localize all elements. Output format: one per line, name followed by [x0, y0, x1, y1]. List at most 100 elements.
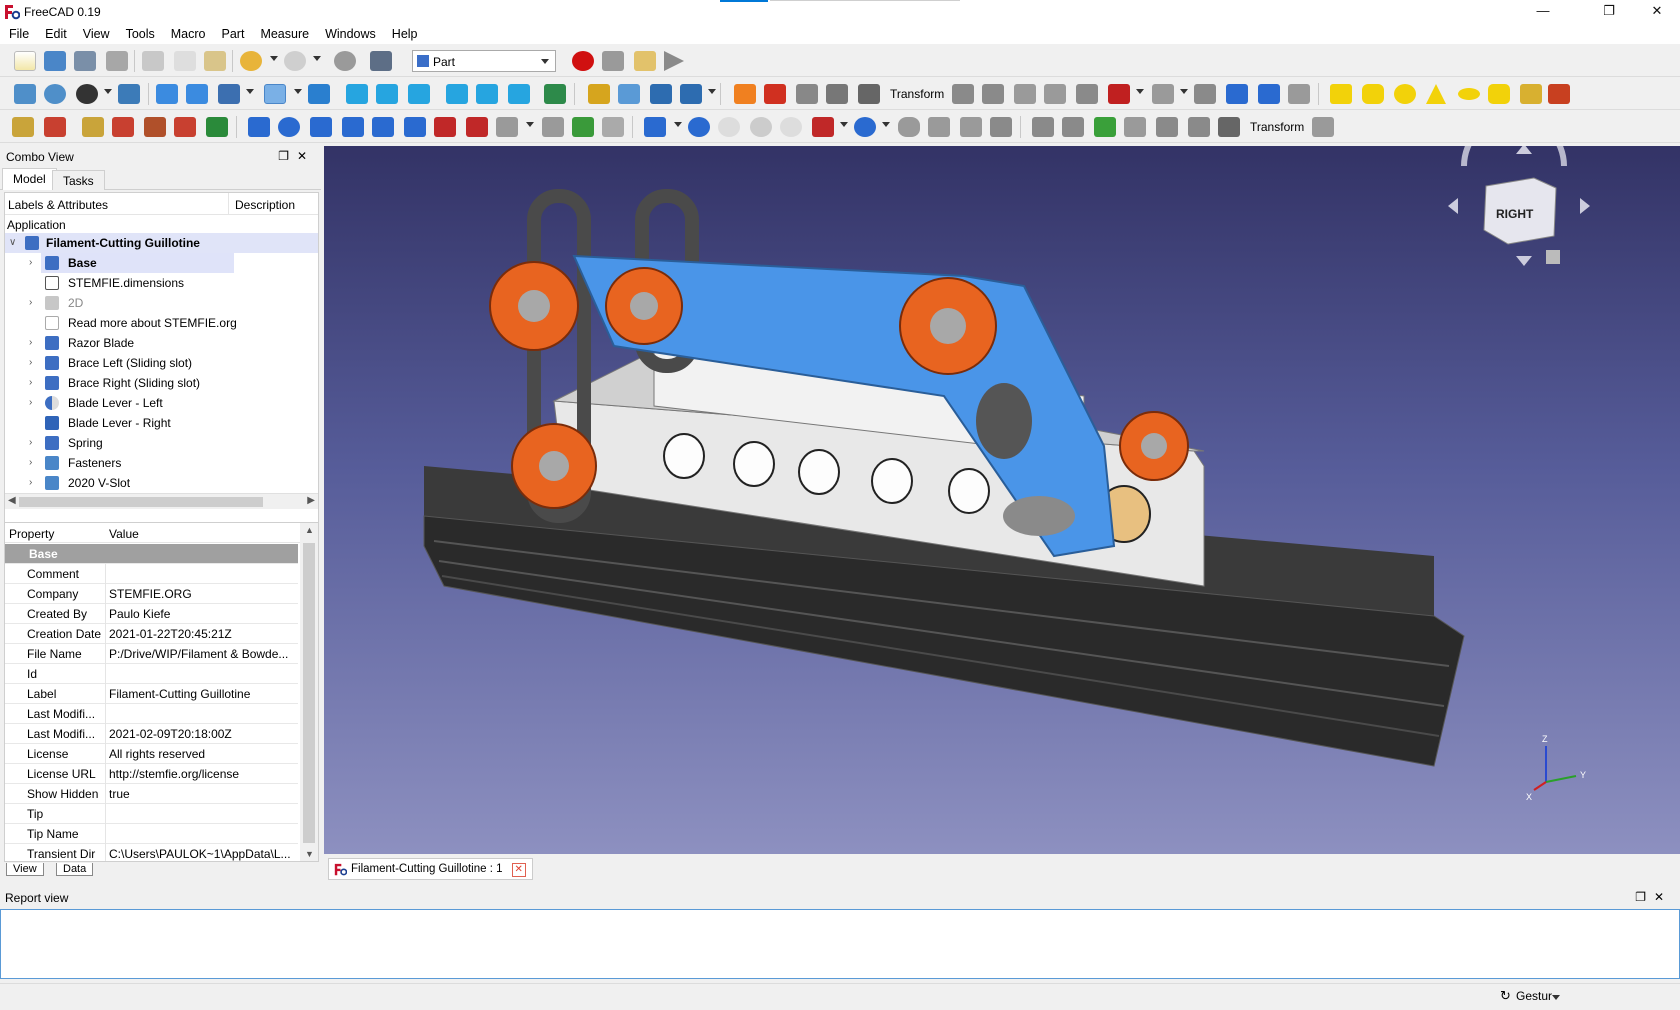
document-tab[interactable]: Filament-Cutting Guillotine : 1 ✕	[328, 858, 533, 880]
print-icon[interactable]	[106, 51, 128, 71]
property-row[interactable]: Transient Dir C:\Users\PAULOK~1\AppData\L…	[5, 844, 298, 861]
left-view-icon[interactable]	[508, 84, 530, 104]
property-row[interactable]: Created By Paulo Kiefe	[5, 604, 298, 624]
nav-cube-menu-icon[interactable]	[1546, 250, 1560, 264]
attach-sketch-icon[interactable]	[44, 117, 66, 137]
restore-button[interactable]: ❐	[1586, 0, 1632, 24]
tab-data[interactable]: Data	[56, 863, 94, 876]
property-row[interactable]: Creation Date 2021-01-22T20:45:21Z	[5, 624, 298, 644]
explode-icon[interactable]	[1194, 84, 1216, 104]
property-value[interactable]: C:\Users\PAULOK~1\AppData\L...	[109, 847, 297, 861]
revolve-icon[interactable]	[278, 117, 300, 137]
property-value[interactable]: Paulo Kiefe	[109, 607, 297, 621]
isometric-view-icon[interactable]	[308, 84, 330, 104]
tree-column-description[interactable]: Description	[235, 198, 295, 212]
fit-all-icon[interactable]	[14, 84, 36, 104]
grid-icon[interactable]	[1288, 84, 1310, 104]
align-dropdown-icon[interactable]	[1136, 89, 1144, 94]
tree-column-labels[interactable]: Labels & Attributes	[8, 198, 108, 212]
undo-transaction-icon[interactable]	[734, 84, 756, 104]
property-value[interactable]: 2021-02-09T20:18:00Z	[109, 727, 297, 741]
macro-run-icon[interactable]	[664, 51, 684, 71]
element-copy-icon[interactable]	[1094, 117, 1116, 137]
join-features-icon[interactable]	[812, 117, 834, 137]
undo-icon[interactable]	[240, 51, 262, 71]
property-row[interactable]: Tip	[5, 804, 298, 824]
section-view-icon[interactable]	[206, 117, 228, 137]
minimize-button[interactable]: —	[1520, 0, 1566, 24]
boolean-union-icon[interactable]	[688, 117, 710, 137]
join-dropdown-icon[interactable]	[840, 122, 848, 127]
front-view-icon[interactable]	[346, 84, 368, 104]
right-view-icon[interactable]	[408, 84, 430, 104]
open-icon[interactable]	[44, 51, 66, 71]
tree-item-fasteners[interactable]: › Fasteners	[5, 453, 318, 473]
property-row[interactable]: Comment	[5, 564, 298, 584]
chevron-right-icon[interactable]: ›	[29, 357, 32, 368]
tree-document[interactable]: ∨ Filament-Cutting Guillotine	[5, 233, 318, 253]
bottom-view-icon[interactable]	[476, 84, 498, 104]
menu-help[interactable]: Help	[384, 24, 426, 41]
transform-label[interactable]: Transform	[890, 87, 944, 101]
arrow-left-icon[interactable]	[764, 84, 786, 104]
arrow-up-icon[interactable]: ▲	[305, 525, 314, 535]
link-actions-icon[interactable]	[680, 84, 702, 104]
chevron-right-icon[interactable]: ›	[29, 437, 32, 448]
whats-this-icon[interactable]	[370, 51, 392, 71]
split-icon[interactable]	[854, 117, 876, 137]
tree-item-blade-lever-left[interactable]: › Blade Lever - Left	[5, 393, 318, 413]
make-link-icon[interactable]	[650, 84, 672, 104]
redo-dropdown-icon[interactable]	[313, 56, 321, 61]
report-output[interactable]	[0, 909, 1680, 979]
sphere-primitive-icon[interactable]	[1394, 84, 1416, 104]
tree-item-2d[interactable]: › 2D	[5, 293, 318, 313]
link-dropdown-icon[interactable]	[708, 89, 716, 94]
arrow-up-icon[interactable]	[1516, 146, 1532, 154]
chevron-right-icon[interactable]: ›	[29, 297, 32, 308]
menu-measure[interactable]: Measure	[252, 24, 317, 41]
property-value[interactable]: http://stemfie.org/license	[109, 767, 297, 781]
zoom-dropdown-icon[interactable]	[294, 89, 302, 94]
chevron-right-icon[interactable]: ›	[29, 377, 32, 388]
arrow-down-icon[interactable]	[1516, 256, 1532, 266]
refine-icon[interactable]	[952, 84, 974, 104]
new-document-icon[interactable]	[14, 51, 36, 71]
arrow-down-icon[interactable]: ▼	[305, 849, 314, 859]
macro-record-icon[interactable]	[572, 51, 594, 71]
rear-view-icon[interactable]	[446, 84, 468, 104]
property-row[interactable]: Show Hidden true	[5, 784, 298, 804]
property-value[interactable]: P:/Drive/WIP/Filament & Bowde...	[109, 647, 297, 661]
boolean-icon[interactable]	[1076, 84, 1098, 104]
property-row[interactable]: File Name P:/Drive/WIP/Filament & Bowde..…	[5, 644, 298, 664]
create-part-icon[interactable]	[588, 84, 610, 104]
defeaturing-icon[interactable]	[1014, 84, 1036, 104]
3d-viewport[interactable]: RIGHT Z Y X	[324, 146, 1680, 854]
cylinder-primitive-icon[interactable]	[1362, 84, 1384, 104]
rotate-arrow-icon[interactable]	[1461, 146, 1567, 167]
cross-sections-icon[interactable]	[898, 117, 920, 137]
bounding-box-icon[interactable]	[118, 84, 140, 104]
transform-icon[interactable]	[858, 84, 880, 104]
extrude-part-icon[interactable]	[248, 117, 270, 137]
measure-distance-icon[interactable]	[544, 84, 566, 104]
report-panel-controls[interactable]: ❐✕	[1635, 890, 1672, 904]
tab-model[interactable]: Model	[2, 168, 57, 190]
simple-copy-icon[interactable]	[1062, 117, 1084, 137]
validate-sketch-icon[interactable]	[82, 117, 104, 137]
part-tool-icon[interactable]	[796, 84, 818, 104]
workbench-selector[interactable]: Part	[412, 50, 556, 72]
copy-icon[interactable]	[174, 51, 196, 71]
view-sketch-icon[interactable]	[174, 117, 196, 137]
tree-item-stemfie-dimensions[interactable]: STEMFIE.dimensions	[5, 273, 318, 293]
tree-item-2020-vslot[interactable]: › 2020 V-Slot	[5, 473, 318, 493]
reverse-shapes-icon[interactable]	[1032, 117, 1054, 137]
arrow-right-icon[interactable]: ▶	[307, 495, 315, 506]
offset-icon[interactable]	[542, 117, 564, 137]
torus-primitive-icon[interactable]	[1458, 88, 1480, 100]
property-group-base[interactable]: Base	[5, 544, 298, 564]
arrow-down-icon[interactable]	[1258, 84, 1280, 104]
property-row[interactable]: License URL http://stemfie.org/license	[5, 764, 298, 784]
draw-style-dropdown-icon[interactable]	[104, 89, 112, 94]
property-vertical-scrollbar[interactable]: ▲ ▼	[300, 523, 318, 861]
forward-icon[interactable]	[186, 84, 208, 104]
